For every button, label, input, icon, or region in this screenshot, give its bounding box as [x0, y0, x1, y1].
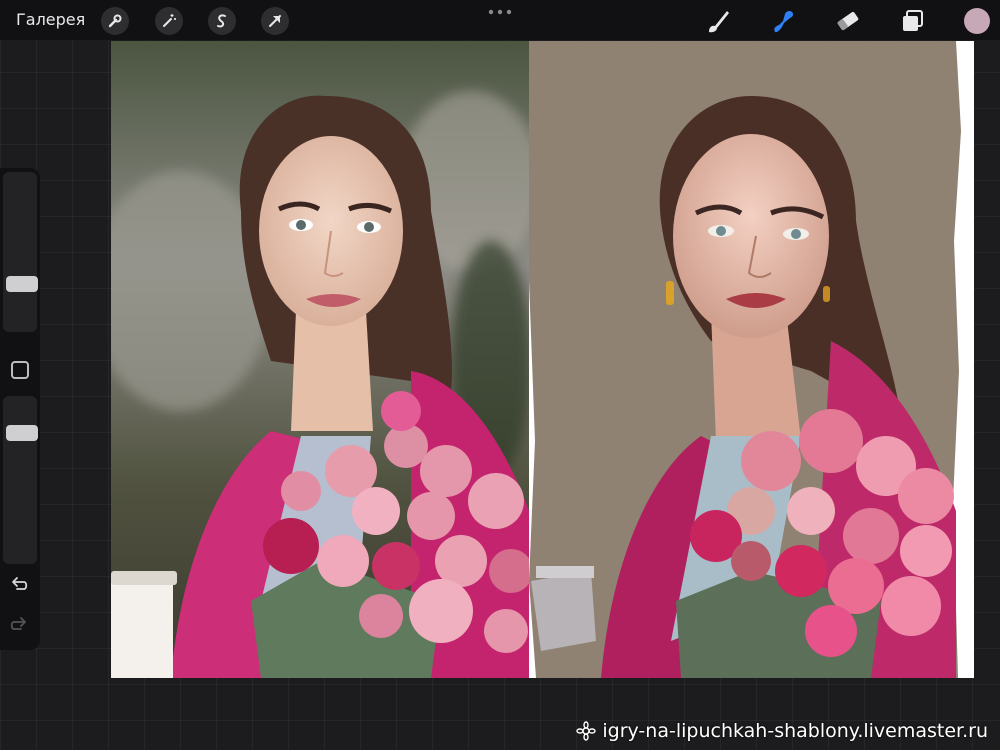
eraser-icon[interactable] — [833, 6, 863, 36]
drawing-canvas[interactable] — [111, 41, 974, 678]
modify-button[interactable] — [11, 361, 29, 379]
brush-size-slider[interactable] — [3, 172, 38, 332]
transform-button[interactable] — [261, 7, 289, 35]
opacity-thumb[interactable] — [6, 425, 38, 441]
transform-arrow-icon — [269, 15, 281, 27]
left-sidebar — [0, 168, 40, 650]
actions-button[interactable] — [101, 7, 129, 35]
selection-s-icon — [217, 14, 226, 28]
reference-photo — [111, 41, 541, 678]
brush-icon[interactable] — [703, 6, 733, 36]
undo-icon[interactable] — [8, 574, 30, 596]
opacity-slider[interactable] — [3, 396, 38, 564]
gallery-button[interactable]: Галерея — [16, 10, 85, 29]
top-toolbar: Галерея — [0, 0, 1000, 40]
wrench-icon — [108, 14, 122, 28]
color-picker-button[interactable] — [964, 8, 990, 34]
brush-size-thumb[interactable] — [6, 276, 38, 292]
smudge-icon[interactable] — [768, 6, 798, 36]
magic-wand-icon — [163, 14, 176, 27]
redo-icon[interactable] — [8, 614, 30, 636]
selection-button[interactable] — [208, 7, 236, 35]
gear-flower-icon — [576, 721, 597, 741]
more-options-icon[interactable] — [486, 9, 514, 15]
adjustments-button[interactable] — [155, 7, 183, 35]
watermark-text: igry-na-lipuchkah-shablony.livemaster.ru — [602, 720, 988, 742]
layers-icon[interactable] — [898, 6, 928, 36]
digital-painting — [529, 41, 974, 678]
canvas-artwork — [111, 41, 974, 678]
watermark: igry-na-lipuchkah-shablony.livemaster.ru — [576, 720, 988, 742]
